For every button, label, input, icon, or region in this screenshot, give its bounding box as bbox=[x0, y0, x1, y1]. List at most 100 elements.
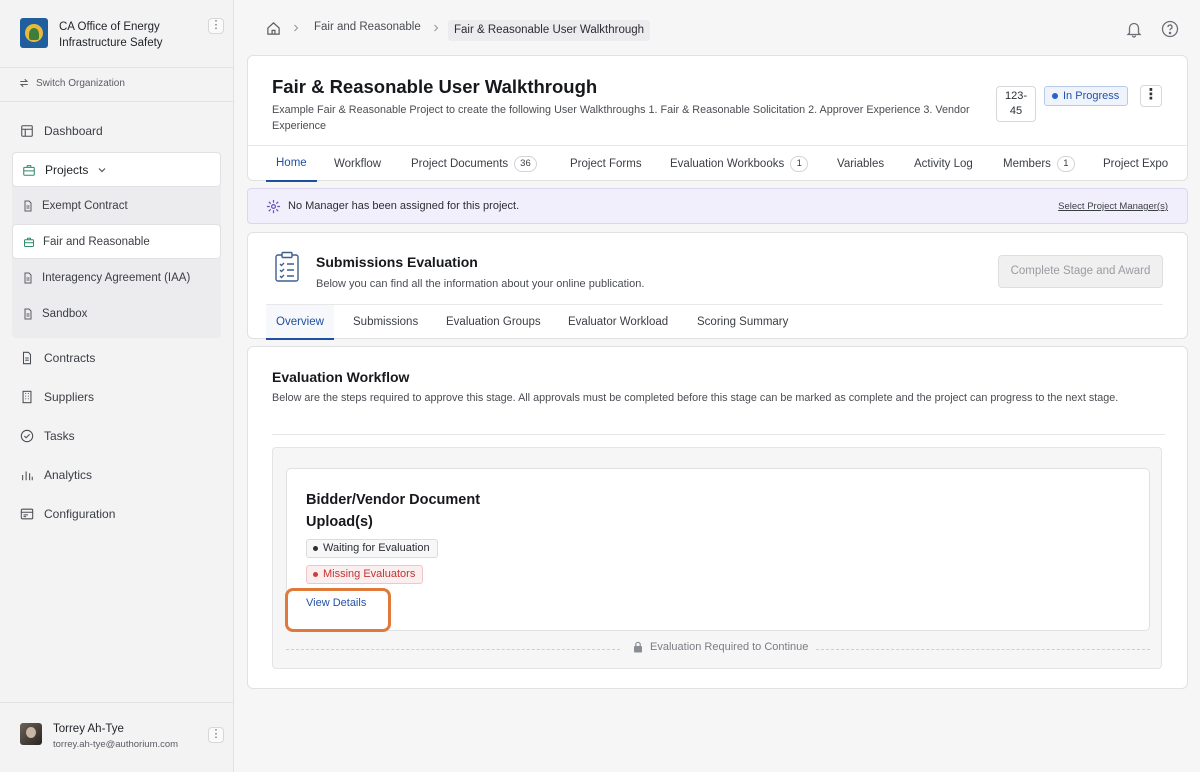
status-label: Waiting for Evaluation bbox=[323, 542, 430, 554]
sidebar-item-dashboard[interactable]: Dashboard bbox=[20, 124, 103, 138]
tab-project-documents[interactable]: Project Documents 36 bbox=[411, 146, 537, 182]
switch-organization-label: Switch Organization bbox=[36, 77, 125, 89]
highlight-annotation bbox=[285, 588, 391, 632]
chevron-right-icon bbox=[434, 24, 439, 32]
org-name: CA Office of Energy Infrastructure Safet… bbox=[59, 21, 163, 49]
sidebar-item-analytics[interactable]: Analytics bbox=[20, 468, 92, 482]
project-id-line-1: 123- bbox=[1004, 90, 1028, 102]
tab-label: Home bbox=[276, 156, 307, 169]
step-title: Bidder/Vendor Document Upload(s) bbox=[306, 492, 481, 530]
contract-icon bbox=[22, 351, 32, 365]
sidebar-item-label: Dashboard bbox=[44, 124, 103, 138]
tab-label: Variables bbox=[837, 157, 885, 170]
sidebar-item-label: Projects bbox=[45, 162, 89, 177]
projects-group: Projects Exempt Contract Fair and Reason… bbox=[12, 152, 221, 338]
tab-count: 36 bbox=[514, 156, 537, 172]
sidebar-item-tasks[interactable]: Tasks bbox=[20, 429, 75, 443]
sidebar-item-contracts[interactable]: Contracts bbox=[20, 351, 95, 365]
dashed-line bbox=[286, 649, 620, 650]
status-label: Missing Evaluators bbox=[323, 568, 416, 580]
bell-icon[interactable] bbox=[1125, 20, 1143, 38]
help-icon[interactable] bbox=[1161, 20, 1179, 38]
project-id-line-2: 45 bbox=[1009, 105, 1023, 117]
tab-overview[interactable]: Overview bbox=[266, 305, 334, 340]
top-bar: Fair and Reasonable Fair & Reasonable Us… bbox=[234, 0, 1200, 56]
document-icon bbox=[24, 200, 32, 211]
tab-members[interactable]: Members 1 bbox=[1003, 146, 1075, 182]
tab-label: Workflow bbox=[334, 157, 382, 170]
tab-home[interactable]: Home bbox=[266, 146, 317, 182]
chevron-down-icon bbox=[98, 167, 106, 172]
sidebar-subitem-label: Exempt Contract bbox=[42, 199, 128, 212]
status-dot bbox=[1052, 93, 1058, 99]
project-id: 123- 45 bbox=[996, 86, 1036, 122]
tab-project-forms[interactable]: Project Forms bbox=[570, 146, 642, 182]
briefcase-icon bbox=[23, 164, 35, 176]
sidebar-subitem-sandbox[interactable]: Sandbox bbox=[12, 296, 221, 331]
user-menu-button[interactable]: ⋮ bbox=[208, 727, 224, 743]
tab-evaluation-workbooks[interactable]: Evaluation Workbooks 1 bbox=[670, 146, 809, 182]
divider bbox=[272, 434, 1165, 435]
breadcrumb-parent[interactable]: Fair and Reasonable bbox=[314, 21, 421, 33]
briefcase-icon bbox=[24, 237, 34, 247]
sidebar-item-label: Tasks bbox=[44, 429, 75, 443]
org-logo bbox=[20, 18, 48, 48]
sidebar-item-label: Analytics bbox=[44, 468, 93, 482]
sidebar-item-suppliers[interactable]: Suppliers bbox=[20, 390, 94, 404]
complete-stage-and-award-button[interactable]: Complete Stage and Award bbox=[998, 255, 1163, 288]
workflow-step-card: Bidder/Vendor Document Upload(s) Waiting… bbox=[285, 468, 1150, 632]
tab-workflow[interactable]: Workflow bbox=[334, 146, 381, 182]
tab-activity-log[interactable]: Activity Log bbox=[914, 146, 973, 182]
manager-banner: No Manager has been assigned for this pr… bbox=[247, 188, 1188, 224]
sidebar-item-label: Configuration bbox=[44, 507, 116, 521]
requirement-row: Evaluation Required to Continue bbox=[286, 641, 1150, 657]
sidebar-subitem-fair-and-reasonable[interactable]: Fair and Reasonable bbox=[12, 224, 221, 259]
workflow-steps: Bidder/Vendor Document Upload(s) Waiting… bbox=[272, 447, 1162, 669]
sidebar-item-label: Contracts bbox=[44, 351, 96, 365]
configuration-icon bbox=[20, 508, 34, 520]
requirement-notice: Evaluation Required to Continue bbox=[628, 641, 813, 653]
org-header: CA Office of Energy Infrastructure Safet… bbox=[0, 0, 233, 68]
status-dot bbox=[313, 572, 318, 577]
sidebar-item-label: Suppliers bbox=[44, 390, 95, 404]
tab-count: 1 bbox=[1056, 156, 1075, 172]
sidebar-subitem-interagency-agreement[interactable]: Interagency Agreement (IAA) bbox=[12, 260, 221, 295]
status-badge-missing-evaluators: Missing Evaluators bbox=[306, 565, 424, 584]
sidebar-item-projects[interactable]: Projects bbox=[12, 152, 221, 187]
evaluation-workflow: Evaluation Workflow Below are the steps … bbox=[247, 346, 1188, 689]
switch-icon bbox=[19, 78, 29, 88]
document-icon bbox=[24, 308, 32, 319]
sidebar-subitem-exempt-contract[interactable]: Exempt Contract bbox=[12, 188, 221, 223]
switch-organization-button[interactable]: Switch Organization bbox=[18, 77, 125, 89]
project-tabs: Home Workflow Project Documents 36 Projec… bbox=[248, 145, 1187, 182]
stage-title: Submissions Evaluation bbox=[316, 254, 478, 270]
clipboard-checklist-icon bbox=[275, 251, 299, 282]
tab-label: Project Forms bbox=[570, 157, 642, 170]
sidebar-subitem-label: Fair and Reasonable bbox=[43, 235, 150, 248]
status-badge: In Progress bbox=[1044, 86, 1129, 106]
tab-label: Members bbox=[1003, 157, 1051, 170]
tab-label: Project Documents bbox=[411, 157, 509, 170]
status-label: In Progress bbox=[1063, 90, 1120, 102]
bar-chart-icon bbox=[22, 471, 33, 481]
tab-evaluation-groups[interactable]: Evaluation Groups bbox=[436, 305, 551, 340]
sidebar-subitem-label: Interagency Agreement (IAA) bbox=[42, 271, 191, 284]
status-dot bbox=[313, 546, 318, 551]
chevron-right-icon bbox=[294, 24, 299, 32]
sidebar-item-configuration[interactable]: Configuration bbox=[20, 507, 115, 521]
org-menu-button[interactable]: ⋮ bbox=[208, 18, 224, 34]
project-description: Example Fair & Reasonable Project to cre… bbox=[272, 104, 970, 132]
dashed-line bbox=[816, 649, 1150, 650]
tab-variables[interactable]: Variables bbox=[837, 146, 884, 182]
workflow-description: Below are the steps required to approve … bbox=[272, 392, 1119, 404]
home-icon[interactable] bbox=[266, 21, 281, 36]
tab-scoring-summary[interactable]: Scoring Summary bbox=[687, 305, 798, 340]
project-more-button[interactable]: ⋮ bbox=[1140, 85, 1162, 107]
tab-evaluator-workload[interactable]: Evaluator Workload bbox=[558, 305, 678, 340]
tab-count: 1 bbox=[790, 156, 809, 172]
user-email: torrey.ah-tye@authorium.com bbox=[53, 739, 179, 750]
view-details-link[interactable]: View Details bbox=[306, 597, 366, 609]
tab-submissions[interactable]: Submissions bbox=[343, 305, 428, 340]
select-project-manager-link[interactable]: Select Project Manager(s) bbox=[1058, 201, 1168, 212]
tab-project-export[interactable]: Project Expo bbox=[1103, 146, 1168, 182]
